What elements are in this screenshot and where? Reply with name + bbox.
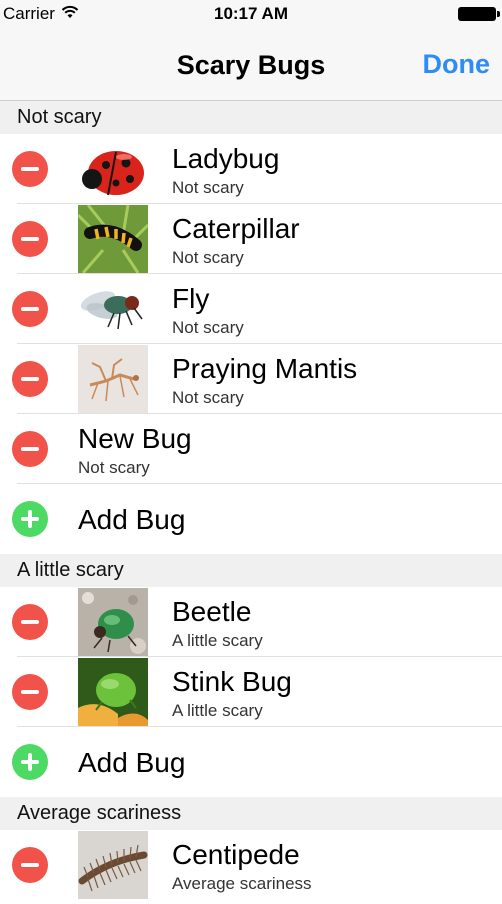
section-header-not-scary: Not scary — [0, 101, 502, 134]
bug-subtitle: A little scary — [172, 631, 263, 650]
bug-title: Centipede — [172, 839, 300, 870]
add-icon[interactable] — [12, 501, 48, 537]
delete-icon[interactable] — [12, 361, 48, 397]
stink-bug-thumbnail — [78, 658, 148, 726]
delete-icon[interactable] — [12, 604, 48, 640]
delete-icon[interactable] — [12, 674, 48, 710]
bug-table: Not scary Ladybug Not scary Caterpillar … — [0, 101, 502, 900]
add-bug-row[interactable]: Add Bug — [0, 484, 502, 554]
bug-title: New Bug — [78, 423, 192, 454]
bug-title: Fly — [172, 283, 210, 314]
battery-icon — [458, 7, 500, 21]
done-button[interactable]: Done — [423, 49, 491, 80]
delete-icon[interactable] — [12, 291, 48, 327]
status-bar: Carrier 10:17 AM — [0, 0, 502, 30]
fly-thumbnail — [78, 275, 148, 343]
add-icon[interactable] — [12, 744, 48, 780]
delete-icon[interactable] — [12, 847, 48, 883]
section-header-average-scariness: Average scariness — [0, 797, 502, 830]
delete-icon[interactable] — [12, 221, 48, 257]
table-row[interactable]: Fly Not scary — [0, 274, 502, 344]
table-row[interactable]: Ladybug Not scary — [0, 134, 502, 204]
table-row[interactable]: Praying Mantis Not scary — [0, 344, 502, 414]
bug-subtitle: Not scary — [172, 318, 244, 337]
table-row[interactable]: New Bug Not scary — [0, 414, 502, 484]
section-header-a-little-scary: A little scary — [0, 554, 502, 587]
bug-subtitle: A little scary — [172, 701, 263, 720]
add-bug-row[interactable]: Add Bug — [0, 727, 502, 797]
navigation-bar: Scary Bugs Done — [0, 30, 502, 101]
beetle-thumbnail — [78, 588, 148, 656]
caterpillar-thumbnail — [78, 205, 148, 273]
add-bug-label: Add Bug — [78, 504, 186, 535]
bug-subtitle: Not scary — [78, 458, 150, 477]
praying-mantis-thumbnail — [78, 345, 148, 413]
centipede-thumbnail — [78, 831, 148, 899]
table-row[interactable]: Beetle A little scary — [0, 587, 502, 657]
bug-title: Praying Mantis — [172, 353, 358, 384]
delete-icon[interactable] — [12, 151, 48, 187]
bug-title: Caterpillar — [172, 213, 300, 244]
bug-title: Ladybug — [172, 143, 280, 174]
ladybug-thumbnail — [78, 135, 148, 203]
delete-icon[interactable] — [12, 431, 48, 467]
table-row[interactable]: Stink Bug A little scary — [0, 657, 502, 727]
table-row[interactable]: Centipede Average scariness — [0, 830, 502, 900]
table-row[interactable]: Caterpillar Not scary — [0, 204, 502, 274]
add-bug-label: Add Bug — [78, 747, 186, 778]
bug-title: Beetle — [172, 596, 252, 627]
bug-subtitle: Average scariness — [172, 874, 312, 893]
bug-subtitle: Not scary — [172, 248, 244, 267]
bug-subtitle: Not scary — [172, 178, 244, 197]
bug-title: Stink Bug — [172, 666, 292, 697]
bug-subtitle: Not scary — [172, 388, 244, 407]
status-time: 10:17 AM — [213, 4, 288, 23]
